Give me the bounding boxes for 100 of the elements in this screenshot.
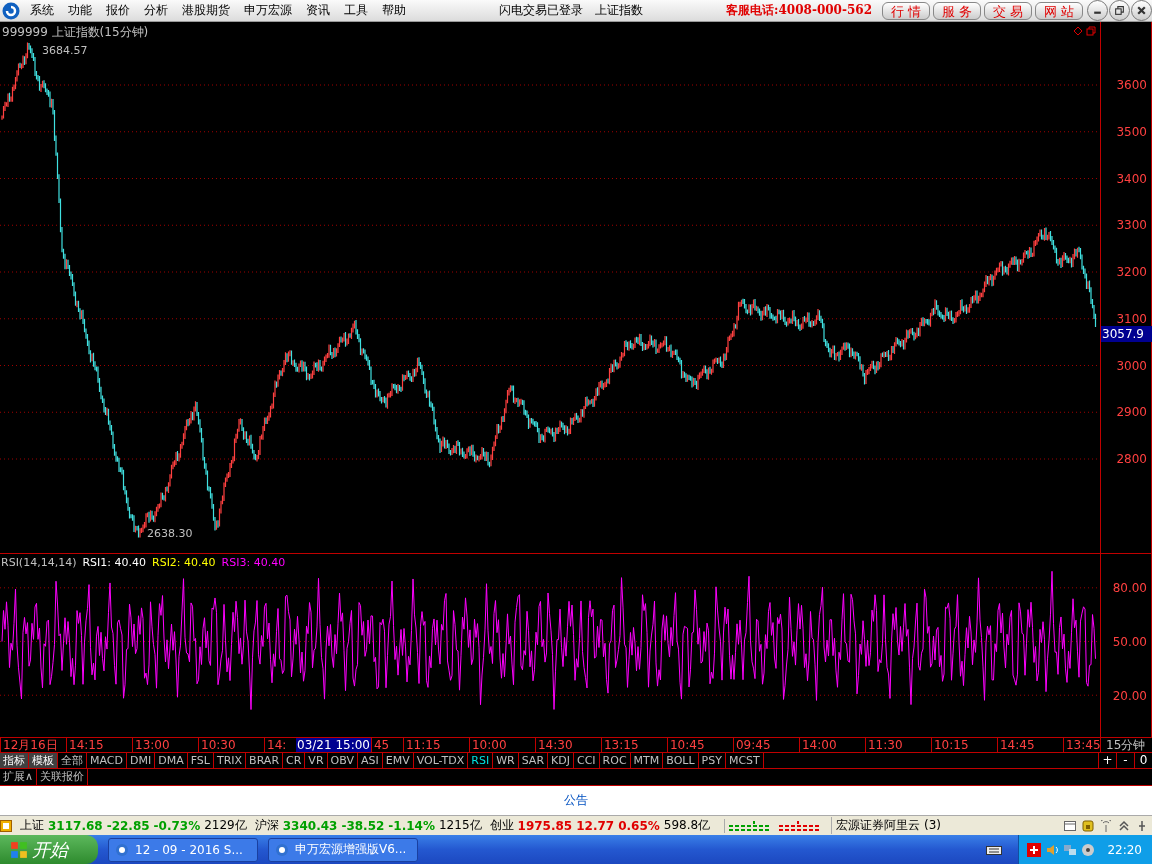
collapse-icon[interactable] xyxy=(1118,819,1130,832)
index-change: -38.52 xyxy=(341,818,385,833)
axis-label: 20.00 xyxy=(1112,689,1147,703)
time-label: 14:30 xyxy=(535,738,601,752)
menu-item[interactable]: 资讯 xyxy=(302,2,340,19)
menu-item[interactable]: 系统 xyxy=(26,2,64,19)
time-label: 11:15 xyxy=(403,738,469,752)
indicator-tab[interactable]: EMV xyxy=(382,753,414,768)
panel-tab[interactable]: 扩展∧ xyxy=(0,769,38,785)
indicator-params: RSI(14,14,14) xyxy=(1,556,77,569)
indicator-tab[interactable]: 指标 xyxy=(0,753,29,768)
indicator-tab[interactable]: BOLL xyxy=(663,753,699,768)
index-change: 12.77 xyxy=(576,818,615,833)
indicator-tab[interactable]: FSL xyxy=(187,753,214,768)
cross-icon[interactable] xyxy=(1027,842,1042,857)
time-label: 14:45 xyxy=(997,738,1063,752)
time-label: 14:15 xyxy=(66,738,132,752)
app-icon xyxy=(275,842,289,857)
diamond-icon[interactable] xyxy=(1073,26,1083,36)
index-turnover: 598.8亿 xyxy=(663,817,711,834)
close-icon xyxy=(1136,5,1147,16)
pin-icon[interactable] xyxy=(1136,819,1148,832)
menu-item[interactable]: 功能 xyxy=(64,2,102,19)
indicator-tab[interactable]: SAR xyxy=(518,753,549,768)
cursor-time-label: 03/21 15:00 xyxy=(296,738,371,752)
menu-item[interactable]: 工具 xyxy=(340,2,378,19)
antenna-icon[interactable] xyxy=(1100,819,1112,832)
indicator-tab[interactable]: MACD xyxy=(87,753,127,768)
index-value: 3117.68 xyxy=(48,818,103,833)
time-label: 11:30 xyxy=(865,738,931,752)
indicator-tab[interactable]: DMI xyxy=(127,753,156,768)
indicator-tab[interactable]: VR xyxy=(305,753,328,768)
indicator-tab[interactable]: PSY xyxy=(698,753,726,768)
indicator-tab[interactable]: MCST xyxy=(725,753,764,768)
notice-link[interactable]: 公告 xyxy=(564,792,588,809)
restore-icon[interactable] xyxy=(1086,26,1096,36)
axis-label: 3400 xyxy=(1116,171,1147,186)
zoom-button[interactable]: 0 xyxy=(1134,753,1152,768)
axis-label: 3500 xyxy=(1116,124,1147,139)
axis-label: 50.00 xyxy=(1112,635,1147,649)
indicator-tab[interactable]: DMA xyxy=(155,753,188,768)
nav-button[interactable]: 服 务 xyxy=(933,1,981,20)
time-label: 13:45 xyxy=(1063,738,1100,752)
window-icon[interactable] xyxy=(1064,819,1076,832)
indicator-tab[interactable]: MTM xyxy=(630,753,664,768)
menu-item[interactable]: 分析 xyxy=(140,2,178,19)
taskbar-button[interactable]: 申万宏源增强版V6... xyxy=(268,837,418,862)
nav-button[interactable]: 网 站 xyxy=(1035,1,1083,20)
close-button[interactable] xyxy=(1131,0,1152,21)
high-label: 3684.57 xyxy=(42,44,88,57)
time-label: 10:00 xyxy=(469,738,535,752)
index-name: 创业 xyxy=(489,817,514,834)
chart-title: 999999 上证指数(15分钟) xyxy=(2,24,149,41)
index-change: -22.85 xyxy=(106,818,150,833)
minimize-button[interactable] xyxy=(1087,0,1108,21)
zoom-button[interactable]: - xyxy=(1116,753,1134,768)
taskbar-button[interactable]: 12 - 09 - 2016 S... xyxy=(108,837,258,862)
folder-icon[interactable] xyxy=(0,819,12,832)
menu-item[interactable]: 帮助 xyxy=(378,2,416,19)
time-label: 10:30 xyxy=(198,738,264,752)
indicator-tab[interactable]: TRIX xyxy=(213,753,247,768)
restore-icon xyxy=(1114,5,1125,16)
time-label: 12月16日 xyxy=(0,738,66,752)
indicator-tab[interactable]: ASI xyxy=(357,753,383,768)
indicator-tab[interactable]: OBV xyxy=(327,753,358,768)
disc-icon[interactable] xyxy=(1081,842,1096,857)
index-percent: 0.65% xyxy=(618,818,660,833)
app-logo-icon[interactable] xyxy=(2,1,20,20)
indicator-tab[interactable]: ROC xyxy=(599,753,631,768)
nav-button[interactable]: 行 情 xyxy=(882,1,930,20)
indicator-tab[interactable]: 全部 xyxy=(58,753,87,768)
indicator-tab[interactable]: RSI xyxy=(468,753,494,768)
axis-label: 3200 xyxy=(1116,265,1147,279)
menu-item[interactable]: 报价 xyxy=(102,2,140,19)
windows-flag-icon xyxy=(10,840,28,859)
app-icon xyxy=(115,842,129,857)
time-label: 09:45 xyxy=(733,738,799,752)
indicator-tab[interactable]: VOL-TDX xyxy=(413,753,469,768)
indicator-tab[interactable]: KDJ xyxy=(548,753,574,768)
panel-tab[interactable]: 关联报价 xyxy=(37,769,89,785)
restore-button[interactable] xyxy=(1109,0,1130,21)
index-name: 上证 xyxy=(20,817,44,834)
nav-button[interactable]: 交 易 xyxy=(984,1,1032,20)
indicator-tab[interactable]: WR xyxy=(493,753,519,768)
period-label[interactable]: 15分钟 xyxy=(1100,738,1146,752)
indicator-tab[interactable]: 模板 xyxy=(29,753,58,768)
menu-item[interactable]: 申万宏源 xyxy=(240,2,302,19)
indicator-tab[interactable]: CCI xyxy=(574,753,600,768)
axis-label: 2800 xyxy=(1116,452,1147,466)
time-label: 13:15 xyxy=(601,738,667,752)
menu-item[interactable]: 港股期货 xyxy=(178,2,240,19)
indicator-value: RSI1: 40.40 xyxy=(82,556,146,569)
zoom-button[interactable]: + xyxy=(1098,753,1116,768)
lock-icon[interactable] xyxy=(1082,819,1094,832)
index-turnover: 1215亿 xyxy=(439,817,482,834)
indicator-tab[interactable]: BRAR xyxy=(246,753,284,768)
clock: 22:20 xyxy=(1107,842,1142,857)
keyboard-icon[interactable] xyxy=(986,843,1003,856)
low-label: 2638.30 xyxy=(147,527,193,540)
indicator-tab[interactable]: CR xyxy=(283,753,306,768)
